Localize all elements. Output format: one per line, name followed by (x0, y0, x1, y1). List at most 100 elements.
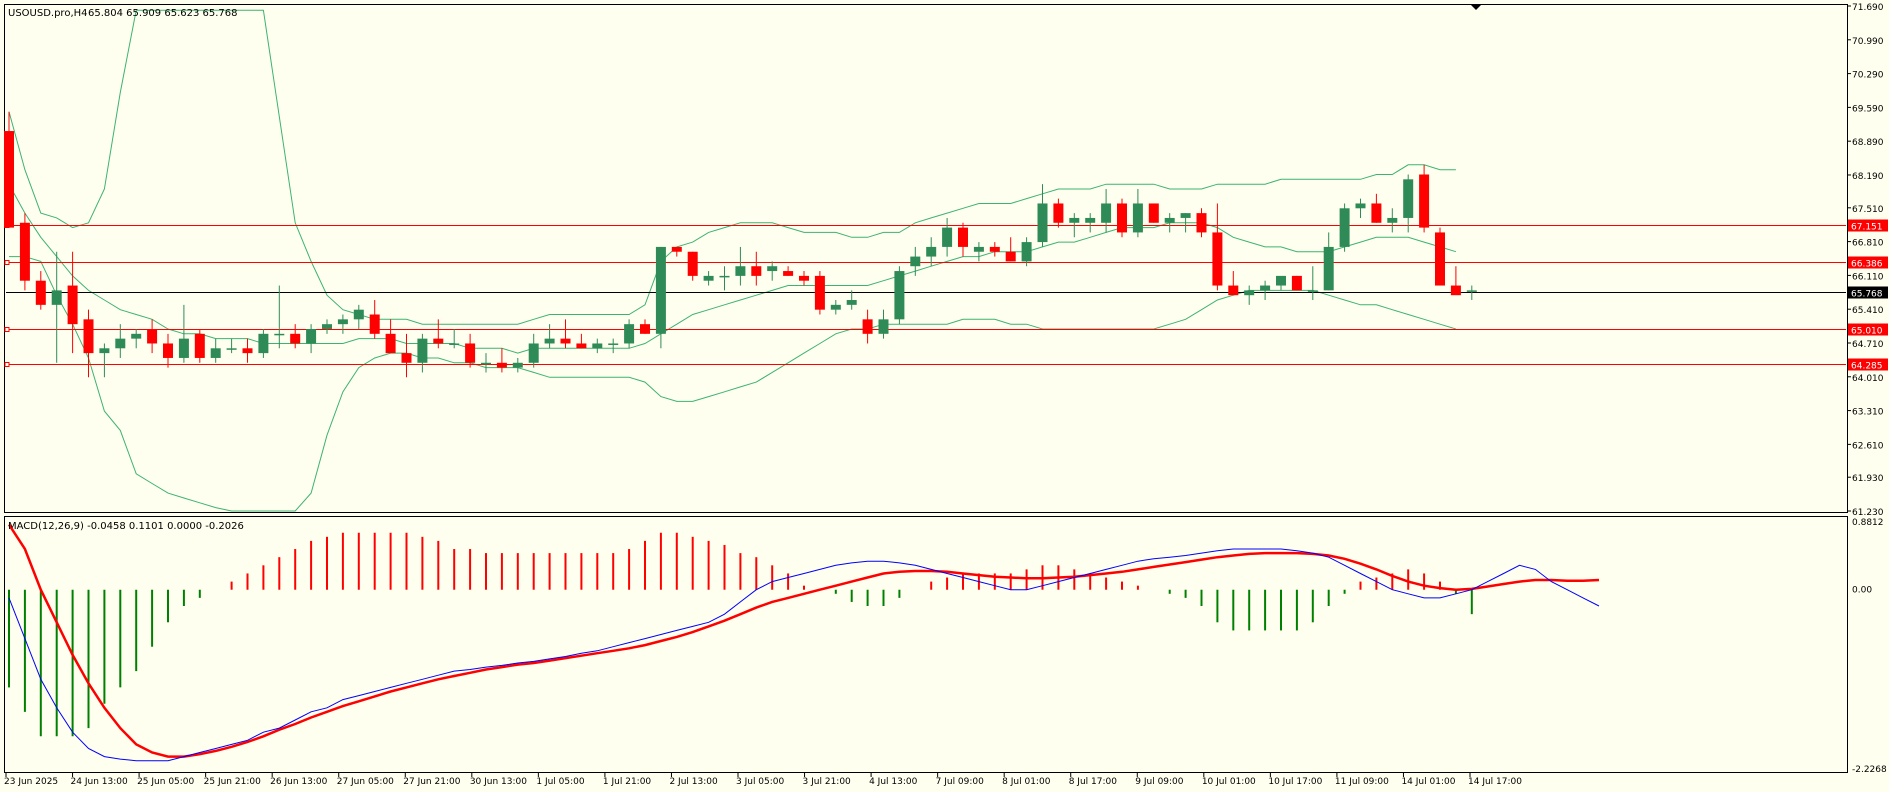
candle-body (910, 256, 921, 267)
price-tick-label: 67.510 (1852, 205, 1884, 215)
candle-body (1387, 217, 1398, 223)
candle-body (1196, 213, 1207, 233)
candle-body (1371, 203, 1382, 223)
time-tick-label: 14 Jul 01:00 (1401, 777, 1455, 787)
candle-body (1323, 246, 1334, 291)
candle-body (608, 343, 619, 345)
candle-body (1260, 285, 1271, 291)
time-tick-label: 30 Jun 13:00 (470, 777, 527, 787)
candle-body (1244, 290, 1255, 296)
time-tick-label: 8 Jul 17:00 (1069, 777, 1118, 787)
price-tick-label: 68.890 (1852, 138, 1884, 148)
candle-body (735, 266, 746, 276)
macd-label: MACD(12,26,9) -0.0458 0.1101 0.0000 -0.2… (8, 521, 244, 532)
candle-body (1005, 251, 1016, 262)
candle-body (655, 246, 666, 334)
candle-body (1069, 217, 1080, 223)
candle-body (1212, 232, 1223, 286)
price-tick-label: 65.410 (1852, 306, 1884, 316)
time-tick-label: 7 Jul 09:00 (936, 777, 985, 787)
time-tick-label: 2 Jul 13:00 (669, 777, 718, 787)
price-tick-label: 70.290 (1852, 71, 1884, 81)
time-tick-label: 9 Jul 09:00 (1135, 777, 1184, 787)
candle-body (163, 343, 173, 358)
candle-body (1037, 203, 1048, 243)
candle-body (1148, 203, 1159, 223)
candle-body (322, 324, 332, 329)
candle-body (846, 300, 857, 305)
candle-body (544, 338, 555, 344)
candle-body (4, 131, 14, 228)
time-tick-label: 27 Jun 05:00 (337, 777, 394, 787)
candle-body (401, 353, 412, 363)
candle-body (194, 333, 205, 358)
candle-body (274, 333, 285, 336)
time-tick-label: 1 Jul 05:00 (536, 777, 585, 787)
macd-tick-label: -2.2268 (1852, 765, 1887, 775)
candle-body (1053, 203, 1064, 223)
level-anchor[interactable] (4, 327, 10, 332)
candle-body (178, 338, 189, 358)
candle-body (1355, 203, 1366, 209)
candle-body (369, 314, 380, 334)
candle-body (258, 333, 269, 354)
candle-body (1450, 285, 1461, 296)
time-tick-label: 25 Jun 05:00 (137, 777, 194, 787)
price-tick-label: 71.690 (1852, 3, 1884, 13)
candle-body (719, 275, 730, 278)
candle-body (290, 333, 301, 344)
time-tick-label: 11 Jul 09:00 (1335, 777, 1389, 787)
candle-body (1117, 203, 1127, 233)
candle-body (449, 343, 460, 345)
candle-body (83, 319, 94, 354)
level-tag-label: 67.151 (1851, 223, 1883, 233)
level-tag-label: 65.010 (1851, 327, 1883, 337)
candle-body (989, 246, 1000, 252)
time-tick-label: 25 Jun 21:00 (204, 777, 261, 787)
price-tick-label: 68.190 (1852, 172, 1884, 182)
candle-body (417, 338, 428, 363)
candle-body (783, 271, 794, 276)
candle-body (496, 362, 507, 368)
candle-body (973, 246, 984, 252)
candle-body (67, 285, 78, 325)
candle-body (210, 348, 221, 358)
price-tick-label: 63.310 (1852, 408, 1884, 418)
candle-body (528, 343, 539, 363)
candle-body (433, 338, 444, 344)
candle-body (862, 319, 873, 334)
candle-body (830, 304, 841, 310)
candle-body (1435, 232, 1445, 286)
candle-body (1132, 203, 1143, 233)
trading-chart[interactable]: 67.151 66.386 65.010 64.285 65.768 71.690 70.… (0, 0, 1889, 792)
candle-body (242, 348, 253, 354)
candle-body (640, 324, 650, 334)
candle-body (353, 309, 364, 320)
time-tick-label: 3 Jul 05:00 (736, 777, 785, 787)
candle-body (1466, 290, 1477, 292)
candle-body (115, 338, 126, 349)
price-tick-label: 66.110 (1852, 272, 1884, 282)
candle-body (814, 275, 825, 310)
candle-body (51, 290, 62, 305)
price-tick-label: 64.010 (1852, 374, 1884, 384)
candle-body (799, 275, 809, 281)
candle-body (337, 319, 348, 325)
time-tick-label: 8 Jul 01:00 (1002, 777, 1051, 787)
candle-body (576, 343, 587, 349)
candle-body (512, 362, 523, 368)
level-tag-label: 64.285 (1851, 362, 1883, 372)
candle-body (703, 275, 714, 281)
candle-body (894, 271, 905, 320)
macd-tick-label: 0.8812 (1852, 518, 1884, 528)
current-price-label: 65.768 (1851, 290, 1883, 300)
candle-body (560, 338, 571, 344)
level-anchor[interactable] (4, 362, 10, 367)
candle-body (592, 343, 603, 349)
candle-body (306, 328, 317, 344)
candle-body (1339, 208, 1350, 247)
time-tick-label: 24 Jun 13:00 (71, 777, 128, 787)
level-anchor[interactable] (4, 260, 10, 265)
candle-body (481, 362, 491, 365)
price-tick-label: 69.590 (1852, 104, 1884, 114)
